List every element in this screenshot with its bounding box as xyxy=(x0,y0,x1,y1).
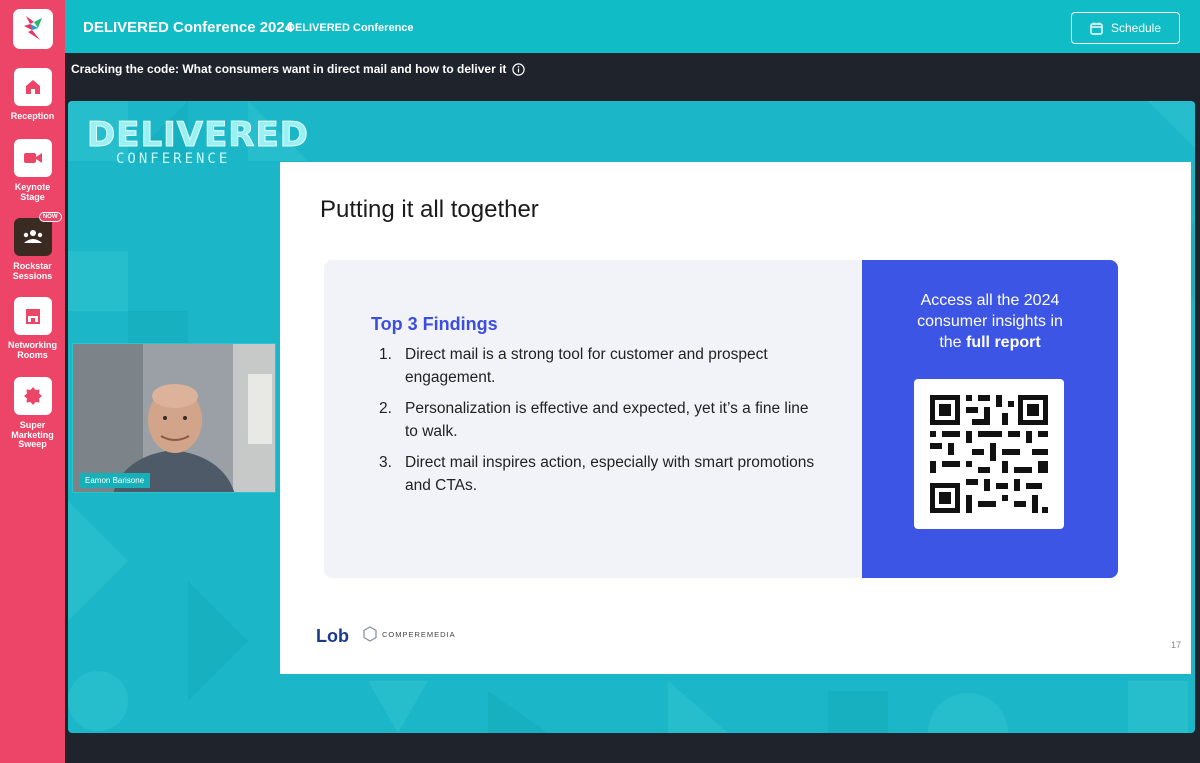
sidebar-item-super-marketing-sweep[interactable]: Super Marketing Sweep xyxy=(0,377,65,450)
findings-panel: Top 3 Findings 1. Direct mail is a stron… xyxy=(324,260,864,578)
finding-text: Direct mail inspires action, especially … xyxy=(405,454,815,494)
sale-badge-icon xyxy=(13,377,52,415)
finding-item: 2. Personalization is effective and expe… xyxy=(379,398,819,443)
finding-text: Personalization is effective and expecte… xyxy=(405,400,809,440)
hexagon-icon xyxy=(363,626,377,642)
finding-number: 2. xyxy=(379,400,392,417)
session-title: Cracking the code: What consumers want i… xyxy=(71,62,507,76)
sidebar-item-networking-rooms[interactable]: Networking Rooms xyxy=(0,297,65,360)
stream-video[interactable]: DELIVERED CONFERENCE Eamon Barisone Putt… xyxy=(68,101,1195,733)
video-camera-icon xyxy=(13,139,52,177)
qr-caption-line: consumer insights in xyxy=(917,313,1063,330)
conference-brand-subtitle: CONFERENCE xyxy=(116,151,231,167)
presentation-slide: Putting it all together Top 3 Findings 1… xyxy=(280,162,1191,674)
speaker-video xyxy=(73,344,275,492)
slide-title: Putting it all together xyxy=(320,196,539,223)
audience-icon: NOW xyxy=(13,212,62,256)
speaker-video-tile[interactable]: Eamon Barisone xyxy=(72,343,276,493)
comperemedia-logo: COMPEREMEDIA xyxy=(362,626,456,642)
sidebar-item-label: Reception xyxy=(10,111,55,121)
schedule-button[interactable]: Schedule xyxy=(1071,12,1180,44)
conference-brand-title: DELIVERED xyxy=(87,115,309,156)
qr-caption: Access all the 2024 consumer insights in… xyxy=(862,290,1118,353)
lob-logo: Lob xyxy=(316,626,349,646)
sidebar-item-label: Rockstar Sessions xyxy=(12,261,53,281)
sidebar-item-keynote-stage[interactable]: Keynote Stage xyxy=(0,139,65,202)
sidebar: Reception Keynote Stage NOW Rockstar Ses… xyxy=(0,0,65,763)
session-title-bar: Cracking the code: What consumers want i… xyxy=(71,62,526,76)
findings-title: Top 3 Findings xyxy=(371,314,498,334)
app-subtitle: DELIVERED Conference xyxy=(287,22,414,34)
sidebar-item-reception[interactable]: Reception xyxy=(0,68,65,122)
storefront-icon xyxy=(13,297,52,335)
app-logo[interactable] xyxy=(13,9,53,49)
qr-caption-line: Access all the 2024 xyxy=(920,292,1060,309)
sidebar-item-label: Super Marketing Sweep xyxy=(11,420,54,449)
finding-item: 3. Direct mail inspires action, especial… xyxy=(379,452,819,497)
qr-panel: Access all the 2024 consumer insights in… xyxy=(862,260,1118,578)
finding-item: 1. Direct mail is a strong tool for cust… xyxy=(379,344,819,389)
finding-text: Direct mail is a strong tool for custome… xyxy=(405,346,768,386)
sidebar-item-label: Keynote Stage xyxy=(14,182,51,202)
app-title: DELIVERED Conference 2024 xyxy=(83,19,294,36)
sidebar-item-label: Networking Rooms xyxy=(7,340,57,360)
sidebar-item-rockstar-sessions[interactable]: NOW Rockstar Sessions xyxy=(0,212,65,281)
top-header: DELIVERED Conference 2024 DELIVERED Conf… xyxy=(65,0,1200,53)
qr-code[interactable] xyxy=(914,379,1064,529)
finding-number: 3. xyxy=(379,454,392,471)
qr-caption-emphasis: full report xyxy=(966,334,1041,351)
speaker-name-label: Eamon Barisone xyxy=(79,473,151,488)
slide-number: 17 xyxy=(1170,640,1181,650)
now-badge: NOW xyxy=(38,212,62,222)
qr-code-icon xyxy=(930,395,1048,513)
logo-icon xyxy=(24,16,42,40)
findings-list: 1. Direct mail is a strong tool for cust… xyxy=(379,344,819,506)
calendar-icon xyxy=(1090,22,1103,35)
schedule-label: Schedule xyxy=(1110,21,1162,35)
finding-number: 1. xyxy=(379,346,392,363)
info-icon[interactable] xyxy=(512,62,526,76)
partner-name: COMPEREMEDIA xyxy=(382,629,456,639)
home-icon xyxy=(13,68,52,106)
qr-caption-line: the xyxy=(939,334,966,351)
